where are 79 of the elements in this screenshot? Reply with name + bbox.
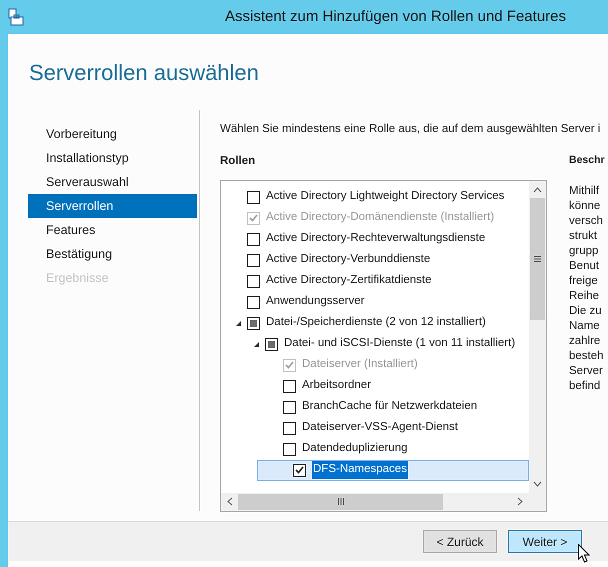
checkbox[interactable]	[247, 232, 260, 246]
checkbox[interactable]	[247, 254, 260, 266]
tree-row[interactable]: Arbeitsordner	[221, 376, 529, 396]
instruction-text: Wählen Sie mindestens eine Rolle aus, die auf dem ausgewählten Server i	[220, 122, 602, 137]
description-text: grupp	[569, 244, 600, 259]
checkbox[interactable]	[293, 464, 306, 476]
description-text: strukt	[569, 229, 598, 244]
wizard-step[interactable]: Installationstyp	[28, 146, 197, 170]
tree-row[interactable]: Active Directory-Verbunddienste	[221, 250, 529, 270]
description-text: Reihe	[569, 289, 600, 304]
role-label: Active Directory-Verbunddienste	[266, 252, 430, 268]
checkbox[interactable]	[283, 400, 296, 414]
description-text: versch	[569, 214, 604, 229]
wizard-step[interactable]: Bestätigung	[28, 242, 197, 266]
description-text: könne	[569, 199, 602, 214]
role-label: DFS-Namespaces	[312, 461, 408, 479]
checkbox[interactable]	[283, 422, 296, 434]
grip-icon	[338, 498, 344, 505]
role-label: Arbeitsordner	[302, 378, 372, 394]
role-label: Datendeduplizierung	[302, 441, 408, 456]
description-text: Server	[569, 364, 604, 379]
horizontal-scrollbar[interactable]	[221, 492, 529, 510]
scroll-down-icon[interactable]	[533, 480, 542, 486]
description-text: befind	[569, 379, 602, 394]
role-label: Anwendungsserver	[266, 294, 364, 310]
tree-row[interactable]: Anwendungsserver	[221, 292, 529, 312]
scroll-right-icon[interactable]	[517, 497, 523, 506]
tree-row[interactable]: Active Directory-Rechteverwaltungsdienste	[221, 228, 529, 250]
role-label: Active Directory-Rechteverwaltungsdienste	[266, 231, 486, 246]
grip-icon	[534, 256, 541, 262]
scroll-up-icon[interactable]	[533, 186, 542, 192]
role-label: BranchCache für Netzwerkdateien	[302, 399, 478, 414]
expand-arrow-icon[interactable]	[234, 320, 242, 326]
role-label: Datei- und iSCSI-Dienste (1 von 11 installiert)	[284, 336, 516, 352]
tree-row[interactable]: Datendeduplizierung	[221, 438, 529, 460]
checkbox[interactable]	[247, 190, 260, 204]
vertical-scrollbar[interactable]	[529, 180, 546, 492]
wizard-button[interactable]: < Zurück	[423, 530, 497, 553]
tree-row[interactable]: Datei-/Speicherdienste (2 von 12 installiert)	[221, 312, 529, 334]
role-label: Dateiserver-VSS-Agent-Dienst	[302, 420, 458, 436]
tree-row[interactable]: Active Directory Lightweight Directory Services	[221, 186, 529, 208]
role-label: Active Directory Lightweight Directory Services	[266, 189, 504, 204]
description-text: besteh	[569, 349, 605, 364]
description-heading: Beschr	[569, 153, 605, 168]
description-text: zahlre	[569, 334, 602, 349]
role-label: Dateiserver (Installiert)	[302, 357, 418, 372]
wizard-button[interactable]: Weiter >	[508, 530, 582, 553]
checkbox[interactable]	[247, 274, 260, 288]
role-label: Datei-/Speicherdienste (2 von 12 installiert)	[266, 315, 486, 330]
checkbox[interactable]	[265, 338, 278, 350]
mouse-cursor-icon	[578, 544, 590, 563]
wizard-step[interactable]: Serverrollen	[28, 194, 197, 218]
description-text: Benut	[569, 259, 600, 274]
scroll-thumb[interactable]	[238, 494, 443, 510]
checkbox[interactable]	[247, 316, 260, 330]
description-text: Name	[569, 319, 601, 334]
tree-row[interactable]: Dateiserver-VSS-Agent-Dienst	[221, 418, 529, 438]
scroll-left-icon[interactable]	[227, 497, 233, 506]
window-title: Assistent zum Hinzufügen von Rollen und Features	[224, 6, 566, 27]
server-app-icon	[8, 8, 24, 26]
description-text: Mithilf	[569, 184, 600, 199]
expand-arrow-icon[interactable]	[252, 340, 260, 348]
wizard-step[interactable]: Serverauswahl	[28, 170, 197, 194]
selected-row-highlight[interactable]: DFS-Namespaces	[257, 460, 529, 480]
role-label: Active Directory-Zertifikatdienste	[266, 273, 432, 288]
tree-row[interactable]: Datei- und iSCSI-Dienste (1 von 11 installiert)	[221, 334, 529, 354]
description-text: freige	[569, 274, 599, 289]
roles-heading: Rollen	[220, 154, 256, 170]
checkbox[interactable]	[247, 296, 260, 308]
checkbox[interactable]	[283, 380, 296, 392]
description-text: Die zu	[569, 304, 603, 319]
page-heading: Serverrollen auswählen	[29, 60, 259, 85]
tree-row[interactable]: Active Directory-Zertifikatdienste	[221, 270, 529, 292]
wizard-step[interactable]: Features	[28, 218, 197, 242]
checkbox[interactable]	[283, 442, 296, 456]
role-label: Active Directory-Domänendienste (Installiert)	[266, 210, 494, 226]
wizard-step[interactable]: Vorbereitung	[28, 122, 197, 146]
tree-row[interactable]: BranchCache für Netzwerkdateien	[221, 396, 529, 418]
scroll-thumb[interactable]	[530, 198, 545, 320]
